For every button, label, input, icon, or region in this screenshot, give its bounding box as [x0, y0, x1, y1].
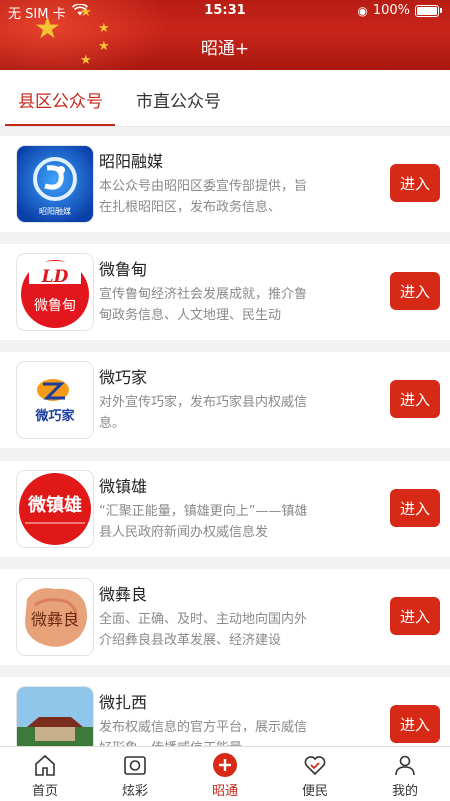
zhenxiong-logo: 微镇雄	[17, 471, 93, 547]
status-right: ◉ 100%	[357, 3, 442, 18]
enter-button[interactable]: 进入	[390, 272, 440, 310]
account-name: 微巧家	[99, 368, 148, 387]
active-tab-indicator	[5, 124, 115, 126]
nav-services-label: 便民	[301, 784, 328, 799]
plus-circle-icon	[213, 753, 237, 777]
nav-services[interactable]: 便民	[270, 747, 360, 801]
ludian-logo: LD 微鲁甸	[17, 254, 93, 330]
enter-button[interactable]: 进入	[390, 597, 440, 635]
nav-zhaotong[interactable]: 昭通	[180, 747, 270, 801]
page-title: 昭通+	[200, 39, 250, 59]
account-description: 宣传鲁甸经济社会发展成就，推介鲁甸政务信息、人文地理、民生动	[99, 287, 308, 323]
account-description: 发布权威信息的官方平台，展示威信好形象，传播威信正能量	[99, 720, 308, 746]
zhaxi-logo	[17, 687, 93, 746]
battery-tip	[440, 8, 442, 13]
list-item: 昭阳融媒 昭阳融媒 本公众号由昭阳区委宣传部提供，旨在扎根昭阳区，发布政务信息、…	[0, 136, 450, 232]
battery-icon	[415, 4, 439, 17]
svg-text:微鲁甸: 微鲁甸	[34, 298, 76, 314]
svg-text:昭阳融媒: 昭阳融媒	[39, 206, 71, 216]
status-bar: 无 SIM 卡 15:31 ◉ 100%	[0, 0, 450, 22]
account-name: 微镇雄	[99, 477, 148, 496]
svg-text:LD: LD	[41, 267, 69, 287]
list-item: 微巧家 微巧家 对外宣传巧家，发布巧家县内权威信息。 进入	[0, 352, 450, 448]
svg-text:微巧家: 微巧家	[34, 408, 75, 424]
yiliang-logo: 微彝良	[17, 579, 93, 655]
nav-home[interactable]: 首页	[0, 747, 90, 801]
list-item: 微扎西 发布权威信息的官方平台，展示威信好形象，传播威信正能量 进入	[0, 677, 450, 746]
nav-gallery[interactable]: 炫彩	[90, 747, 180, 801]
svg-text:微彝良: 微彝良	[31, 610, 79, 629]
bottom-nav: 首页 炫彩 昭通 便民 我的	[0, 746, 450, 801]
qiaojia-logo: 微巧家	[17, 362, 93, 438]
account-name: 昭阳融媒	[99, 152, 164, 171]
tab-bar: 县区公众号 市直公众号	[0, 70, 450, 127]
zhaoyang-logo: 昭阳融媒	[17, 146, 93, 222]
list-item: 微彝良 微彝良 全面、正确、及时、主动地向国内外介绍彝良县改革发展、经济建设 进…	[0, 569, 450, 665]
enter-button[interactable]: 进入	[390, 164, 440, 202]
account-description: 全面、正确、及时、主动地向国内外介绍彝良县改革发展、经济建设	[99, 612, 308, 648]
heart-check-icon	[304, 756, 326, 776]
nav-gallery-label: 炫彩	[121, 784, 148, 799]
enter-button[interactable]: 进入	[390, 380, 440, 418]
account-description: “汇聚正能量，镇雄更向上”——镇雄县人民政府新闻办权威信息发	[99, 504, 308, 540]
orientation-lock-icon: ◉	[357, 3, 368, 18]
person-icon	[395, 755, 415, 776]
list-item: 微镇雄 微镇雄 “汇聚正能量，镇雄更向上”——镇雄县人民政府新闻办权威信息发 进…	[0, 461, 450, 557]
account-name: 微鲁甸	[99, 260, 148, 279]
enter-button[interactable]: 进入	[390, 489, 440, 527]
nav-profile[interactable]: 我的	[360, 747, 450, 801]
battery-percent: 100%	[372, 3, 410, 18]
tab-city-accounts[interactable]: 市直公众号	[136, 87, 221, 112]
svg-text:微镇雄: 微镇雄	[27, 494, 82, 516]
header-bar: ★ ★ ★ ★ ★ 无 SIM 卡 15:31 ◉ 100% 昭通+	[0, 0, 450, 70]
account-name: 微彝良	[99, 585, 148, 604]
nav-home-label: 首页	[31, 784, 58, 799]
list-item: LD 微鲁甸 微鲁甸 宣传鲁甸经济社会发展成就，推介鲁甸政务信息、人文地理、民生…	[0, 244, 450, 340]
enter-button[interactable]: 进入	[390, 705, 440, 743]
camera-icon	[124, 756, 146, 775]
home-icon	[35, 754, 55, 776]
tab-county-accounts[interactable]: 县区公众号	[18, 87, 103, 112]
nav-zhaotong-label: 昭通	[211, 784, 238, 799]
account-list[interactable]: 昭阳融媒 昭阳融媒 本公众号由昭阳区委宣传部提供，旨在扎根昭阳区，发布政务信息、…	[0, 136, 450, 746]
account-name: 微扎西	[99, 693, 148, 712]
account-description: 对外宣传巧家，发布巧家县内权威信息。	[99, 395, 308, 431]
account-description: 本公众号由昭阳区委宣传部提供，旨在扎根昭阳区，发布政务信息、	[99, 179, 308, 215]
nav-profile-label: 我的	[391, 784, 418, 799]
